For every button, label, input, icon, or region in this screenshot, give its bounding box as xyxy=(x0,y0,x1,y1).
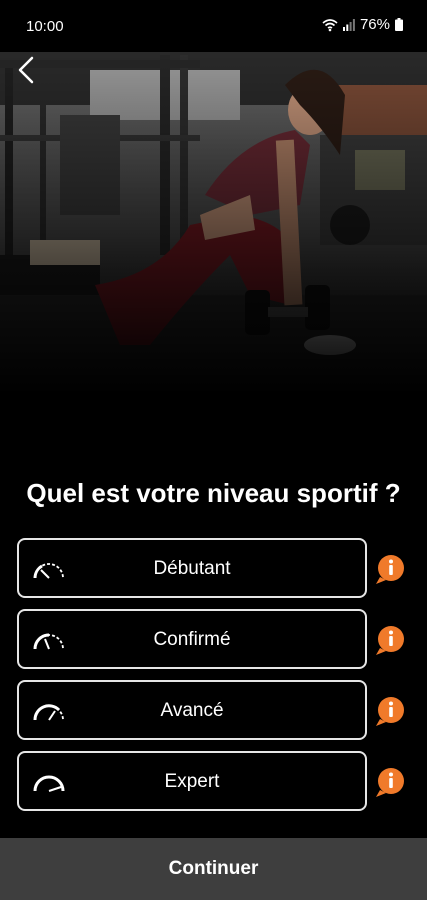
level-label-expert: Expert xyxy=(164,771,220,792)
level-button-avance[interactable]: Avancé xyxy=(17,680,367,740)
status-icons: 76% xyxy=(322,16,403,33)
arrow-left-icon xyxy=(18,56,34,84)
level-options: Débutant Confirmé Avancé Expert xyxy=(17,538,410,822)
battery-icon xyxy=(395,18,403,31)
level-label-avance: Avancé xyxy=(160,700,224,721)
level-button-debutant[interactable]: Débutant xyxy=(17,538,367,598)
info-bubble-icon[interactable] xyxy=(374,624,406,656)
info-bubble-icon[interactable] xyxy=(374,766,406,798)
continue-label: Continuer xyxy=(168,858,259,879)
level-row-confirme: Confirmé xyxy=(17,609,410,671)
level-label-debutant: Débutant xyxy=(153,558,231,579)
level-row-avance: Avancé xyxy=(17,680,410,742)
info-bubble-icon[interactable] xyxy=(374,695,406,727)
level-button-confirme[interactable]: Confirmé xyxy=(17,609,367,669)
info-bubble-icon[interactable] xyxy=(374,553,406,585)
back-button[interactable] xyxy=(10,54,42,86)
question-title: Quel est votre niveau sportif ? xyxy=(26,478,401,508)
wifi-icon xyxy=(322,18,338,31)
level-row-debutant: Débutant xyxy=(17,538,410,600)
status-bar: 10:00 76% xyxy=(0,0,427,52)
signal-icon xyxy=(342,18,355,31)
status-time: 10:00 xyxy=(26,18,64,35)
gym-photo-icon xyxy=(0,45,427,395)
level-label-confirme: Confirmé xyxy=(153,629,231,650)
level-button-expert[interactable]: Expert xyxy=(17,751,367,811)
hero-image xyxy=(0,45,427,395)
level-row-expert: Expert xyxy=(17,751,410,813)
continue-button[interactable]: Continuer xyxy=(0,838,427,900)
battery-percent: 76% xyxy=(359,16,390,33)
